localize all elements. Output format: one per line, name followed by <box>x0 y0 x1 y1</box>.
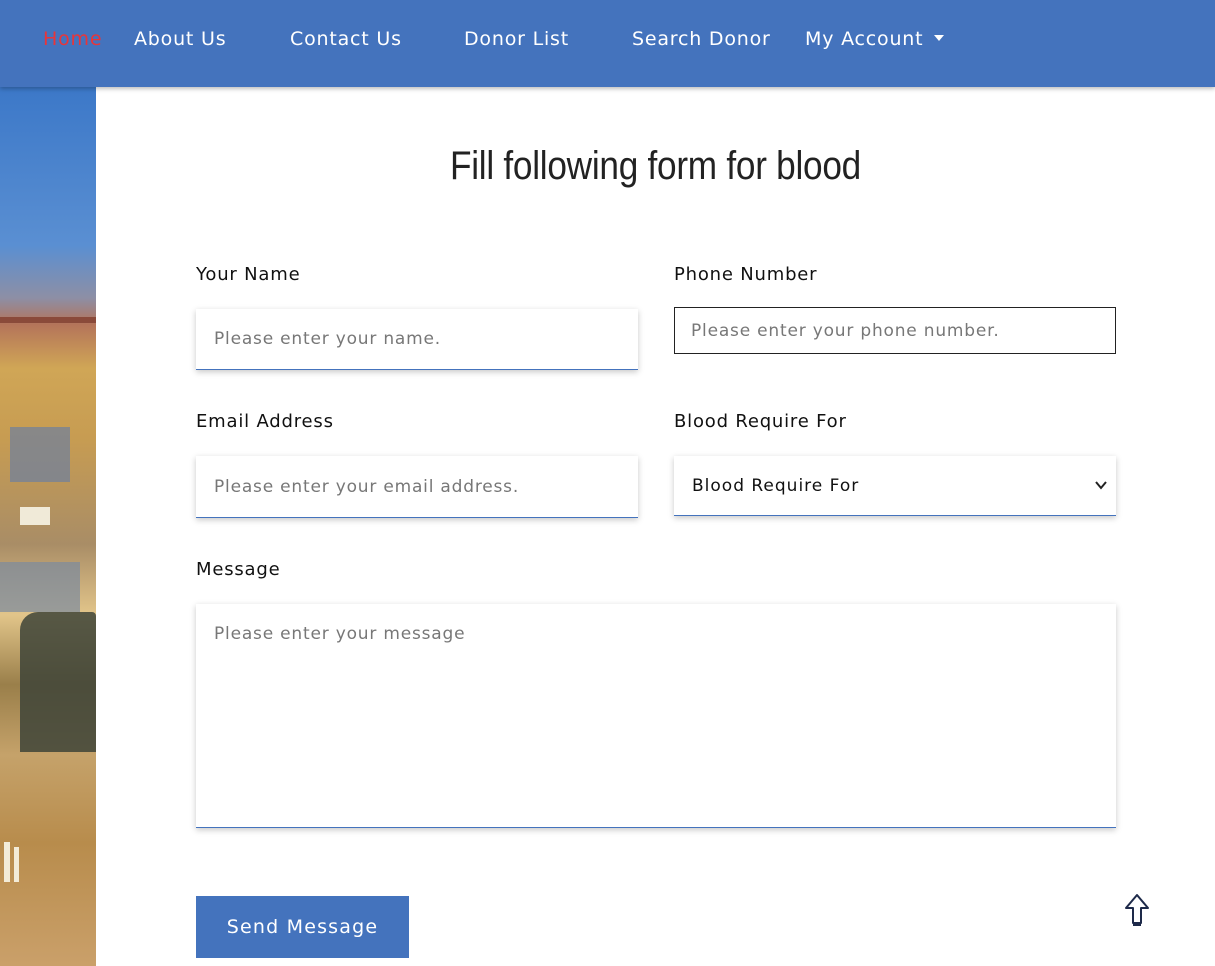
name-input[interactable] <box>196 309 638 370</box>
message-textarea[interactable] <box>196 604 1116 828</box>
blood-require-selected: Blood Require For <box>692 476 860 496</box>
nav-contact-us[interactable]: Contact Us <box>290 28 402 50</box>
page-title: Fill following form for blood <box>449 144 861 188</box>
nav-donor-list[interactable]: Donor List <box>464 28 569 50</box>
photo-post-2 <box>14 847 19 882</box>
photo-vehicle <box>20 612 96 752</box>
phone-label: Phone Number <box>674 264 818 285</box>
arrow-up-icon[interactable] <box>1122 892 1152 928</box>
chevron-down-icon <box>1095 481 1107 490</box>
nav-my-account[interactable]: My Account <box>805 28 945 50</box>
nav-home[interactable]: Home <box>43 28 102 50</box>
name-label: Your Name <box>196 264 301 285</box>
top-navbar: Home About Us Contact Us Donor List Sear… <box>0 0 1215 87</box>
photo-sign <box>20 507 50 525</box>
photo-roof-band <box>0 317 96 323</box>
photo-window-row <box>0 562 80 612</box>
nav-my-account-label: My Account <box>805 28 924 50</box>
message-label: Message <box>196 559 281 580</box>
nav-search-donor[interactable]: Search Donor <box>632 28 771 50</box>
caret-down-icon <box>934 35 945 41</box>
main-content: Fill following form for blood Your Name … <box>96 87 1215 966</box>
send-message-button[interactable]: Send Message <box>196 896 409 958</box>
phone-input[interactable] <box>674 307 1116 354</box>
background-photo <box>0 87 96 966</box>
photo-window <box>10 427 70 482</box>
email-label: Email Address <box>196 411 334 432</box>
photo-post <box>4 842 10 882</box>
blood-require-select[interactable]: Blood Require For <box>674 456 1116 516</box>
blood-require-label: Blood Require For <box>674 411 847 432</box>
email-input[interactable] <box>196 456 638 518</box>
nav-about-us[interactable]: About Us <box>134 28 226 50</box>
